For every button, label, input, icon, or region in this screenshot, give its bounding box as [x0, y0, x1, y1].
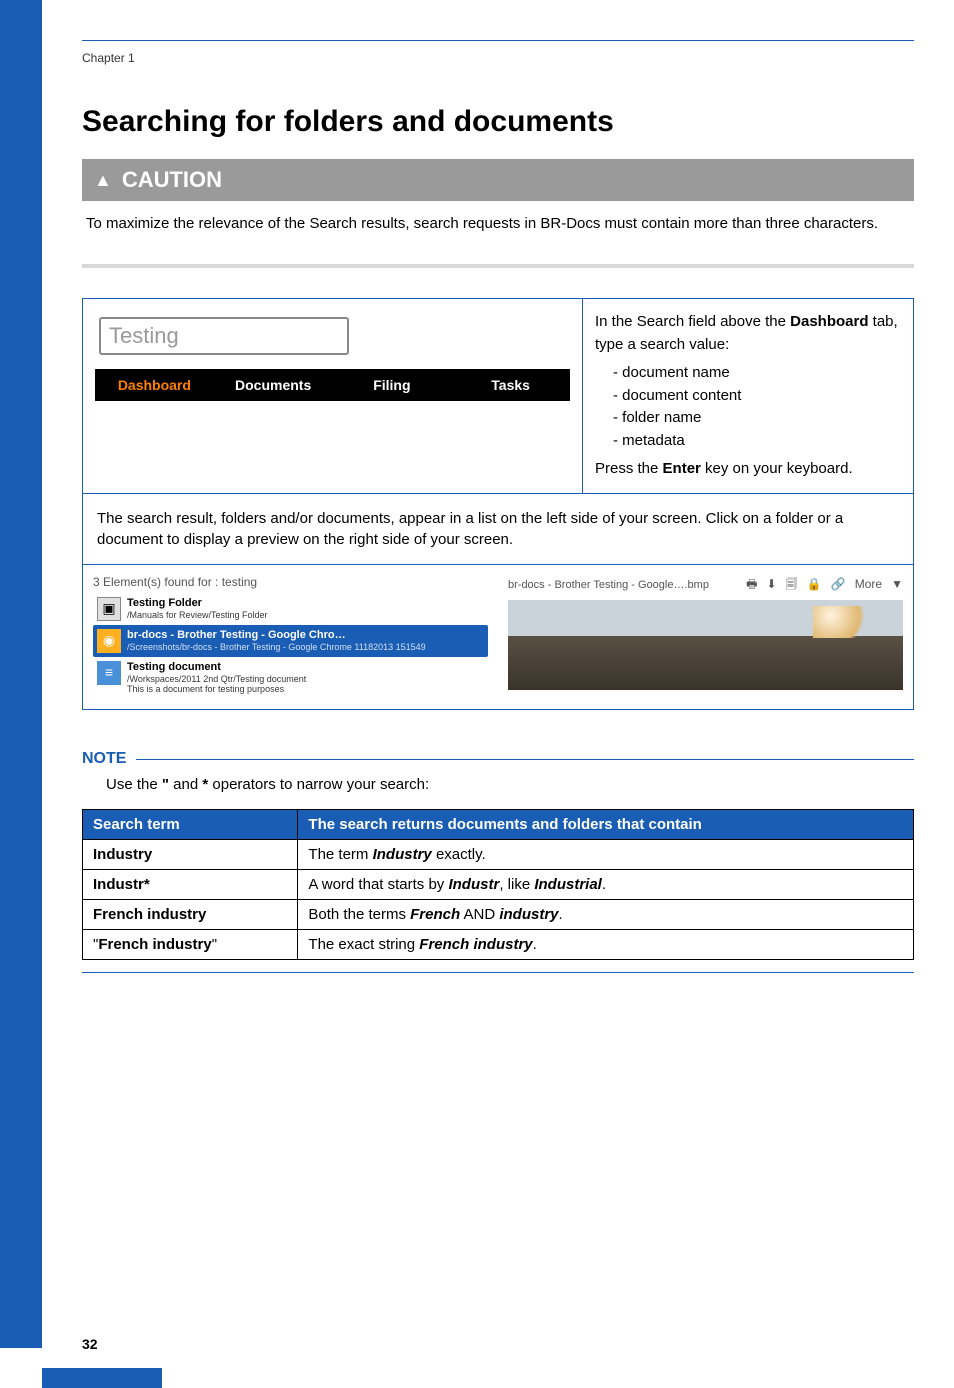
chapter-label: Chapter 1 — [82, 51, 914, 65]
cell-term: Industr* — [93, 876, 150, 893]
image-icon: ◉ — [97, 629, 121, 653]
cell-term: "French industry" — [83, 930, 298, 960]
note-rule — [136, 759, 914, 760]
result-sub: /Workspaces/2011 2nd Qtr/Testing documen… — [127, 674, 306, 696]
page-number: 32 — [82, 1336, 98, 1352]
cell-term: French industry — [93, 906, 206, 923]
more-button[interactable]: More — [855, 577, 882, 591]
tab-dashboard[interactable]: Dashboard — [95, 369, 214, 401]
table-row: French industry Both the terms French AN… — [83, 900, 914, 930]
middle-paragraph: The search result, folders and/or docume… — [83, 493, 913, 564]
instr-press-a: Press the — [595, 460, 663, 477]
cell-term: Industry — [93, 846, 152, 863]
preview-image — [508, 600, 903, 690]
result-title: br-docs - Brother Testing - Google Chro… — [127, 629, 426, 642]
result-count: 3 Element(s) found for : testing — [93, 575, 488, 589]
page-title: Searching for folders and documents — [82, 105, 914, 139]
rotate-icon[interactable]: 🗐 — [786, 577, 798, 591]
instr-press-bold: Enter — [663, 460, 701, 477]
result-item-document[interactable]: ≡ Testing document /Workspaces/2011 2nd … — [93, 657, 488, 700]
search-input[interactable]: Testing — [99, 317, 349, 355]
dropdown-icon[interactable]: ▼ — [891, 577, 903, 591]
caution-header: ▲ CAUTION — [82, 159, 914, 201]
operators-table: Search term The search returns documents… — [82, 809, 914, 960]
tab-documents[interactable]: Documents — [214, 369, 333, 401]
screenshot-preview-pane: br-docs - Brother Testing - Google….bmp … — [498, 565, 913, 710]
document-icon: ≡ — [97, 661, 121, 685]
bottom-blue-tab — [42, 1368, 162, 1388]
tab-tasks[interactable]: Tasks — [451, 369, 570, 401]
note-section: NOTE Use the " and * operators to narrow… — [82, 750, 914, 973]
bullet-metadata: metadata — [613, 430, 901, 453]
result-sub: /Screenshots/br-docs - Brother Testing -… — [127, 642, 426, 653]
bullet-doc-name: document name — [613, 362, 901, 385]
table-row: Industry The term Industry exactly. — [83, 840, 914, 870]
note-text-c: operators to narrow your search: — [208, 776, 429, 793]
result-title: Testing Folder — [127, 597, 268, 610]
screenshot-search-tabs: Testing Dashboard Documents Filing Tasks — [83, 299, 583, 493]
print-icon[interactable]: 🖶 — [746, 577, 757, 591]
link-icon[interactable]: 🔗 — [831, 577, 846, 591]
result-item-folder[interactable]: ▣ Testing Folder /Manuals for Review/Tes… — [93, 593, 488, 625]
instruction-section: Testing Dashboard Documents Filing Tasks… — [82, 298, 914, 710]
download-icon[interactable]: ⬇ — [766, 577, 776, 591]
result-title: Testing document — [127, 661, 306, 674]
th-search-term: Search term — [83, 810, 298, 840]
note-text-a: Use the — [106, 776, 162, 793]
lock-icon[interactable]: 🔒 — [807, 577, 822, 591]
bullet-doc-content: document content — [613, 385, 901, 408]
th-description: The search returns documents and folders… — [298, 810, 914, 840]
preview-toolbar: 🖶 ⬇ 🗐 🔒 🔗 More ▼ — [740, 575, 903, 596]
table-row: Industr* A word that starts by Industr, … — [83, 870, 914, 900]
bullet-folder-name: folder name — [613, 407, 901, 430]
note-label: NOTE — [82, 750, 126, 768]
caution-text: To maximize the relevance of the Search … — [82, 201, 914, 264]
warning-icon: ▲ — [94, 170, 112, 191]
screenshot-results-list: 3 Element(s) found for : testing ▣ Testi… — [83, 565, 498, 710]
left-blue-strip — [0, 0, 42, 1348]
note-op-quote: " — [162, 776, 169, 793]
instr-press-b: key on your keyboard. — [701, 460, 853, 477]
preview-filename: br-docs - Brother Testing - Google….bmp — [508, 579, 709, 591]
result-sub: /Manuals for Review/Testing Folder — [127, 610, 268, 621]
folder-icon: ▣ — [97, 597, 121, 621]
caution-label: CAUTION — [122, 167, 222, 193]
note-end-rule — [82, 972, 914, 973]
caution-box: ▲ CAUTION To maximize the relevance of t… — [82, 159, 914, 268]
tab-bar: Dashboard Documents Filing Tasks — [95, 369, 570, 401]
tab-filing[interactable]: Filing — [333, 369, 452, 401]
table-row: "French industry" The exact string Frenc… — [83, 930, 914, 960]
instr-intro-a: In the Search field above the — [595, 313, 790, 330]
instr-intro-bold: Dashboard — [790, 313, 868, 330]
result-item-image[interactable]: ◉ br-docs - Brother Testing - Google Chr… — [93, 625, 488, 657]
note-text-b: and — [169, 776, 202, 793]
instruction-text: In the Search field above the Dashboard … — [583, 299, 913, 493]
